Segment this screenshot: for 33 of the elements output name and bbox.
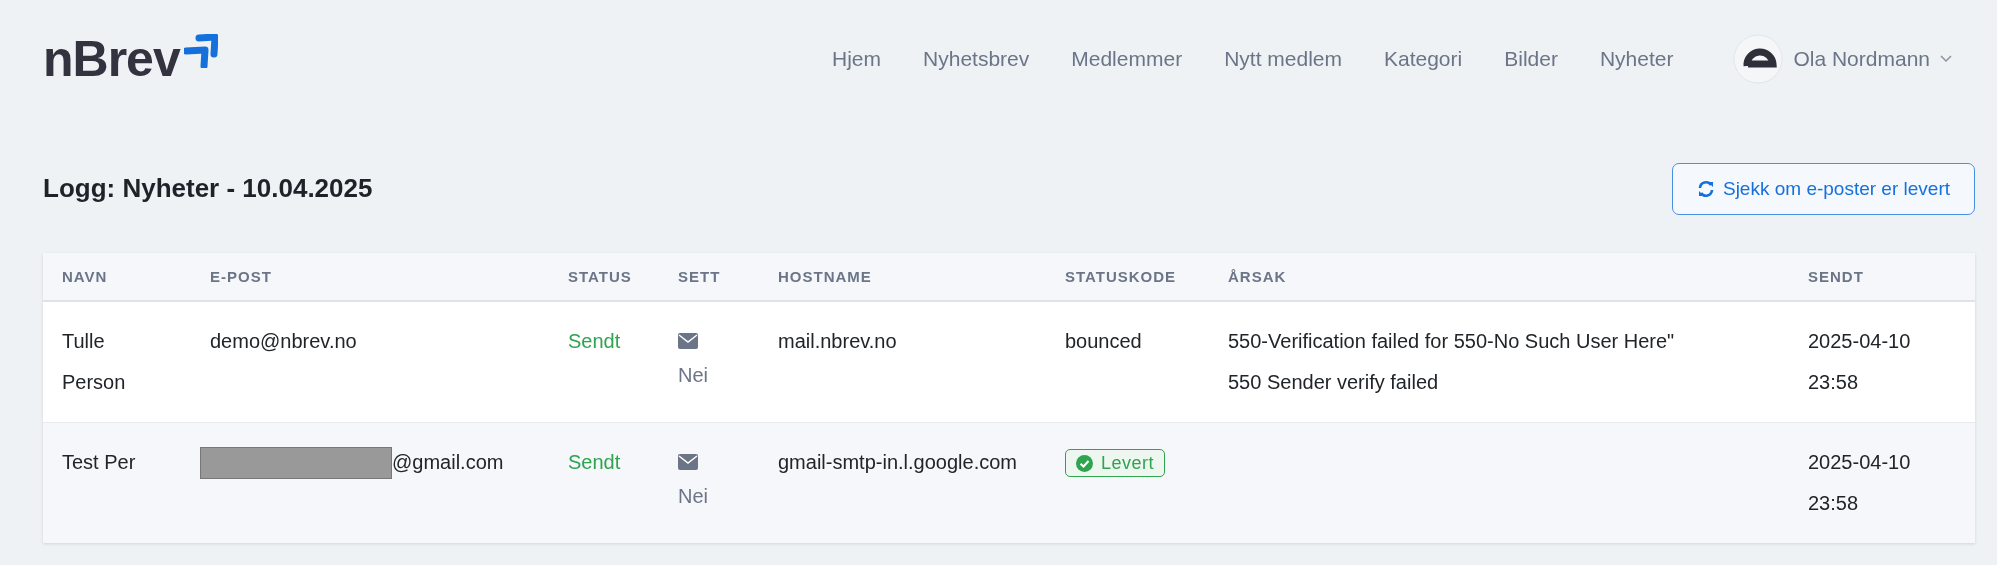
user-name[interactable]: Ola Nordmann [1793, 47, 1930, 71]
nav-link[interactable]: Hjem [832, 47, 882, 71]
table-cell: 2025-04-10 23:58 [1808, 330, 1911, 393]
seen-text: Nei [678, 485, 708, 507]
brand-logo-text[interactable]: nBrev [43, 34, 180, 84]
seen-text: Nei [678, 364, 708, 386]
table-cell: 2025-04-10 23:58 [1808, 451, 1911, 514]
refresh-icon [1696, 179, 1715, 198]
table-cell: mail.nbrev.no [778, 330, 897, 352]
nav-link[interactable]: Kategori [1384, 47, 1463, 71]
chevron-down-icon[interactable] [1940, 55, 1952, 63]
table-cell: Tulle Person [62, 330, 126, 393]
nav-link[interactable]: Medlemmer [1071, 47, 1183, 71]
envelope-icon [678, 454, 698, 470]
table-cell-text: demo@nbrev.no [210, 329, 357, 354]
delivered-badge: Levert [1065, 449, 1166, 477]
table-cell: Test Per [62, 451, 136, 473]
status-text: Sendt [568, 451, 621, 473]
arrow-icon [183, 34, 218, 68]
table-cell: gmail-smtp-in.l.google.com [778, 451, 1017, 473]
table-cell-text: @gmail.com [392, 450, 504, 475]
status-text: Sendt [568, 330, 621, 352]
check-circle-icon [1076, 454, 1093, 472]
page-title: Logg: Nyheter - 10.04.2025 [43, 173, 373, 204]
envelope-icon [678, 333, 698, 349]
table-cell: bounced [1065, 330, 1142, 352]
nav-link[interactable]: Nyhetsbrev [923, 47, 1030, 71]
nav-link[interactable]: Nytt medlem [1224, 47, 1342, 71]
nav-link[interactable]: Nyheter [1599, 47, 1674, 71]
table-cell: 550-Verification failed for 550-No Such User Here" 550 Sender verify failed [1228, 330, 1675, 393]
avatar-icon[interactable] [1733, 34, 1784, 84]
nav-link[interactable]: Bilder [1504, 47, 1558, 71]
check-delivery-button[interactable]: Sjekk om e-poster er levert [1671, 162, 1975, 215]
